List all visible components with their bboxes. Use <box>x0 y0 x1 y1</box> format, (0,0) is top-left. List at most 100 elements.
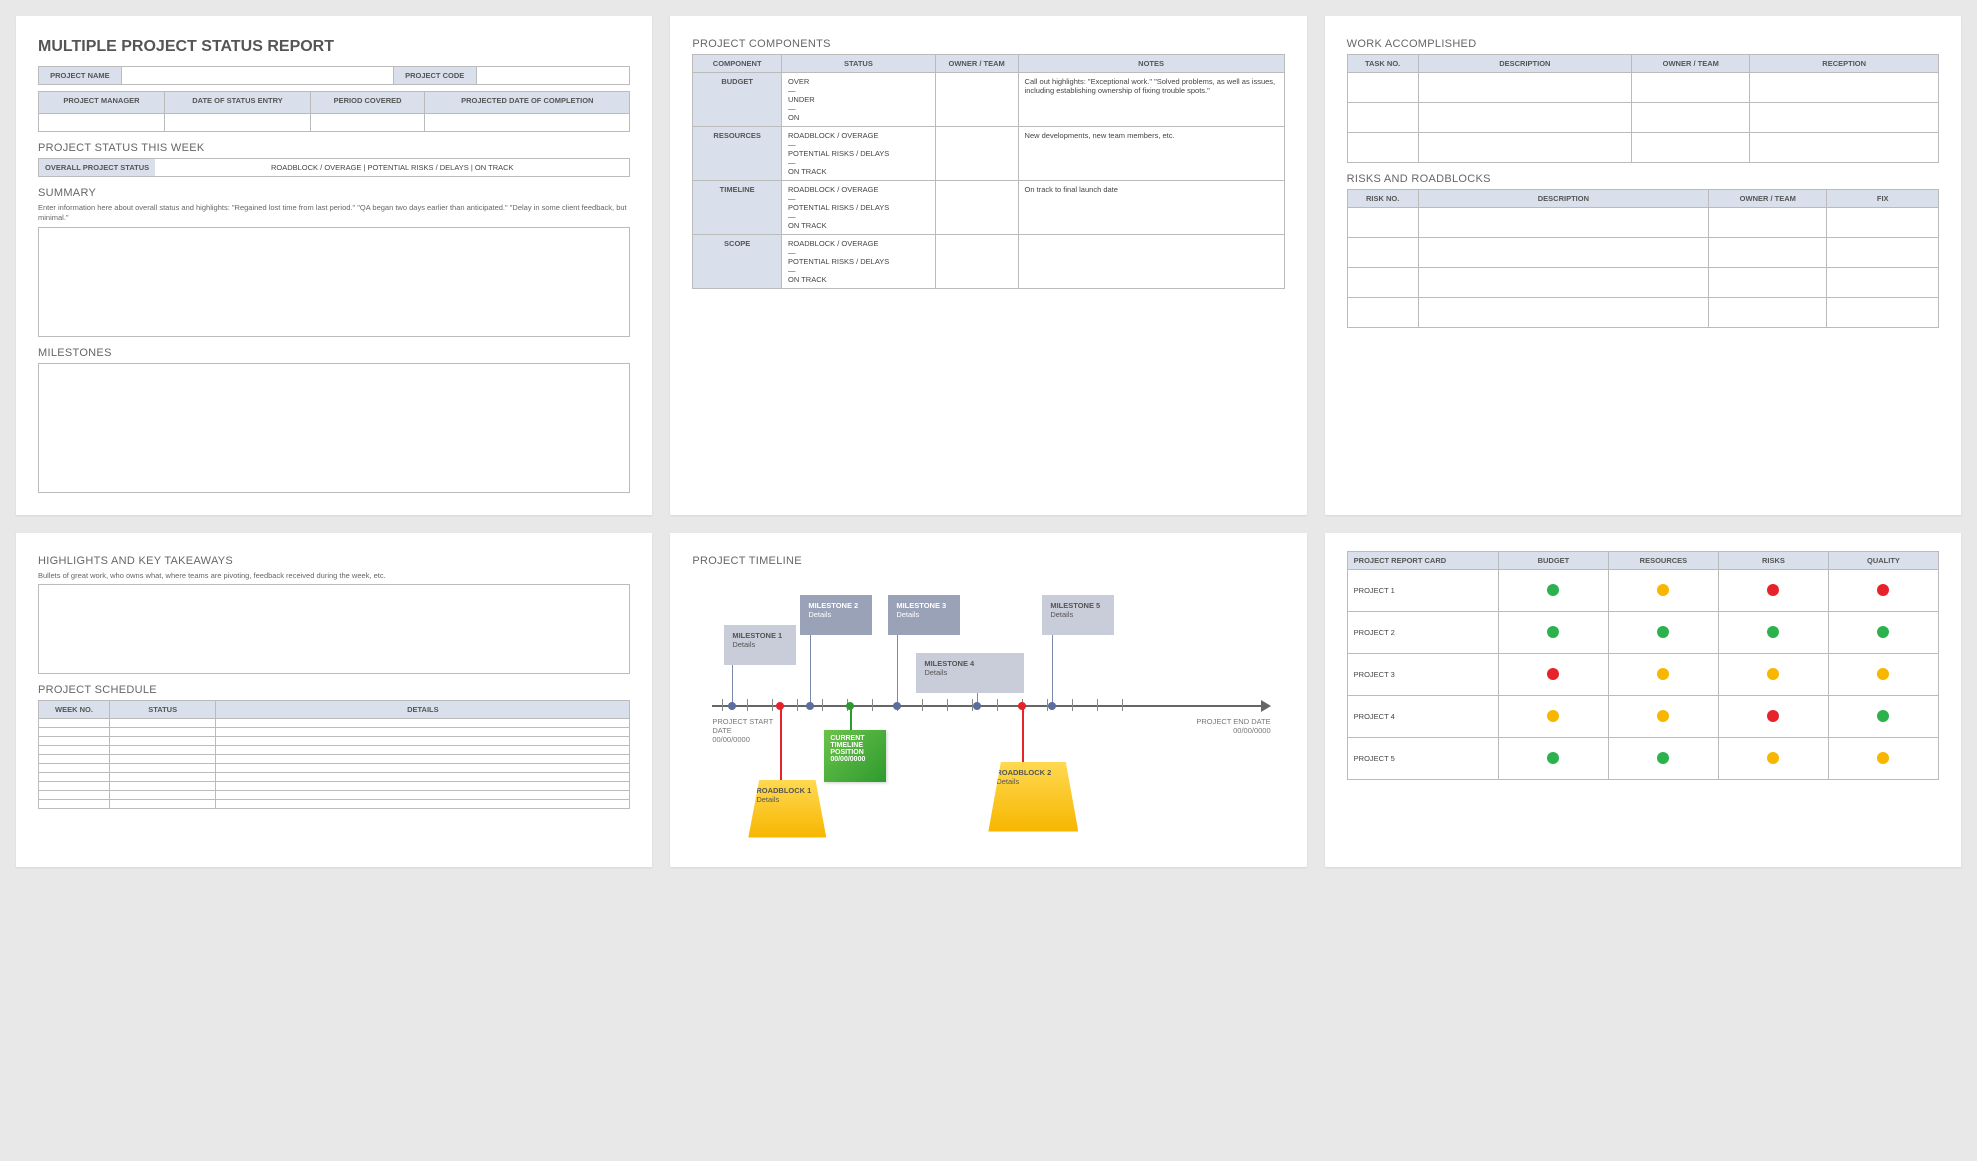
label: PROJECT NAME <box>50 71 110 80</box>
table-row: BUDGET OVER — UNDER — ON Call out highli… <box>693 73 1284 127</box>
table-row <box>39 719 630 728</box>
table-row <box>39 728 630 737</box>
project-label: PROJECT 5 <box>1347 737 1498 779</box>
table-row <box>39 791 630 800</box>
owner-cell[interactable] <box>935 73 1018 127</box>
status-dot-icon <box>1767 710 1779 722</box>
section-heading: RISKS AND ROADBLOCKS <box>1347 173 1939 185</box>
notes-cell <box>1018 235 1284 289</box>
milestones-box[interactable] <box>38 363 630 493</box>
milestone-detail: Details <box>896 610 919 619</box>
col: PERIOD COVERED <box>311 92 425 114</box>
schedule-table: WEEK NO. STATUS DETAILS <box>38 700 630 809</box>
col: TASK NO. <box>1347 55 1418 73</box>
col: RECEPTION <box>1750 55 1939 73</box>
table-row <box>1347 103 1938 133</box>
section-heading: PROJECT COMPONENTS <box>692 38 1284 50</box>
table-row <box>1347 268 1938 298</box>
col: PROJECTED DATE OF COMPLETION <box>425 92 630 114</box>
card-project-components: PROJECT COMPONENTS COMPONENT STATUS OWNE… <box>670 16 1306 515</box>
col: FIX <box>1827 190 1939 208</box>
table-row <box>1347 73 1938 103</box>
status-dot-icon <box>1767 626 1779 638</box>
status-dot-icon <box>1657 710 1669 722</box>
table-row <box>39 764 630 773</box>
status-dot-icon <box>1547 752 1559 764</box>
owner-cell[interactable] <box>935 127 1018 181</box>
arrow-right-icon <box>1261 700 1271 712</box>
milestone-marker-icon <box>893 702 901 710</box>
col: COMPONENT <box>693 55 782 73</box>
table-row <box>39 737 630 746</box>
row-label: SCOPE <box>693 235 782 289</box>
highlights-box[interactable] <box>38 584 630 674</box>
table-row: PROJECT 2 <box>1347 611 1938 653</box>
summary-box[interactable] <box>38 227 630 337</box>
table-row: PROJECT 3 <box>1347 653 1938 695</box>
status-dot-icon <box>1877 668 1889 680</box>
status-dot-icon <box>1877 752 1889 764</box>
table-row <box>1347 238 1938 268</box>
status-dot-icon <box>1657 584 1669 596</box>
table-row <box>39 782 630 791</box>
milestone-marker-icon <box>973 702 981 710</box>
col: DETAILS <box>216 701 630 719</box>
template-gallery: MULTIPLE PROJECT STATUS REPORT PROJECT N… <box>16 16 1961 867</box>
roadblock-title: ROADBLOCK 1 <box>756 786 811 795</box>
card-highlights-schedule: HIGHLIGHTS AND KEY TAKEAWAYS Bullets of … <box>16 533 652 867</box>
project-label: PROJECT 4 <box>1347 695 1498 737</box>
current-position-marker-icon <box>846 702 854 710</box>
status-cell: ROADBLOCK / OVERAGE — POTENTIAL RISKS / … <box>782 181 936 235</box>
work-table: TASK NO. DESCRIPTION OWNER / TEAM RECEPT… <box>1347 54 1939 163</box>
status-dot-icon <box>1657 752 1669 764</box>
section-heading: SUMMARY <box>38 187 630 199</box>
roadblock-detail: Details <box>996 777 1019 786</box>
status-label: OVERALL PROJECT STATUS <box>39 159 155 176</box>
project-code-cell[interactable] <box>476 67 630 85</box>
table-row: TIMELINE ROADBLOCK / OVERAGE — POTENTIAL… <box>693 181 1284 235</box>
table-row <box>39 746 630 755</box>
col: BUDGET <box>1498 551 1608 569</box>
roadblock-title: ROADBLOCK 2 <box>996 768 1051 777</box>
owner-cell[interactable] <box>935 181 1018 235</box>
table-row <box>39 773 630 782</box>
table-row <box>1347 298 1938 328</box>
milestone-marker-icon <box>806 702 814 710</box>
row-label: RESOURCES <box>693 127 782 181</box>
table-row <box>39 800 630 809</box>
status-options: ROADBLOCK / OVERAGE | POTENTIAL RISKS / … <box>155 159 629 176</box>
milestone-marker-icon <box>728 702 736 710</box>
project-name-cell[interactable] <box>121 67 393 85</box>
milestone-title: MILESTONE 5 <box>1050 601 1100 610</box>
corner-label: PROJECT REPORT CARD <box>1347 551 1498 569</box>
milestone-title: MILESTONE 2 <box>808 601 858 610</box>
milestone-marker-icon <box>1048 702 1056 710</box>
col: OWNER / TEAM <box>1632 55 1750 73</box>
table-row <box>39 755 630 764</box>
timeline-axis <box>712 705 1264 707</box>
status-dot-icon <box>1877 710 1889 722</box>
row-label: TIMELINE <box>693 181 782 235</box>
table-row: RESOURCES ROADBLOCK / OVERAGE — POTENTIA… <box>693 127 1284 181</box>
table-row <box>1347 208 1938 238</box>
milestone-card: MILESTONE 1 Details <box>724 625 796 665</box>
milestone-card: MILESTONE 3 Details <box>888 595 960 635</box>
status-cell: ROADBLOCK / OVERAGE — POTENTIAL RISKS / … <box>782 235 936 289</box>
col: NOTES <box>1018 55 1284 73</box>
roadblock-marker-icon <box>776 702 784 710</box>
col: QUALITY <box>1828 551 1938 569</box>
notes-cell: On track to final launch date <box>1018 181 1284 235</box>
report-card-table: PROJECT REPORT CARD BUDGET RESOURCES RIS… <box>1347 551 1939 780</box>
milestone-card: MILESTONE 5 Details <box>1042 595 1114 635</box>
owner-cell[interactable] <box>935 235 1018 289</box>
risks-table: RISK NO. DESCRIPTION OWNER / TEAM FIX <box>1347 189 1939 328</box>
col: OWNER / TEAM <box>935 55 1018 73</box>
milestone-title: MILESTONE 1 <box>732 631 782 640</box>
card-project-timeline: PROJECT TIMELINE /*ticks rendered below … <box>670 533 1306 867</box>
milestone-card: MILESTONE 2 Details <box>800 595 872 635</box>
project-info-2: PROJECT MANAGER DATE OF STATUS ENTRY PER… <box>38 91 630 132</box>
roadblock-card: ROADBLOCK 2 Details <box>988 762 1078 832</box>
status-dot-icon <box>1547 584 1559 596</box>
milestone-detail: Details <box>924 668 947 677</box>
col: DATE OF STATUS ENTRY <box>164 92 310 114</box>
